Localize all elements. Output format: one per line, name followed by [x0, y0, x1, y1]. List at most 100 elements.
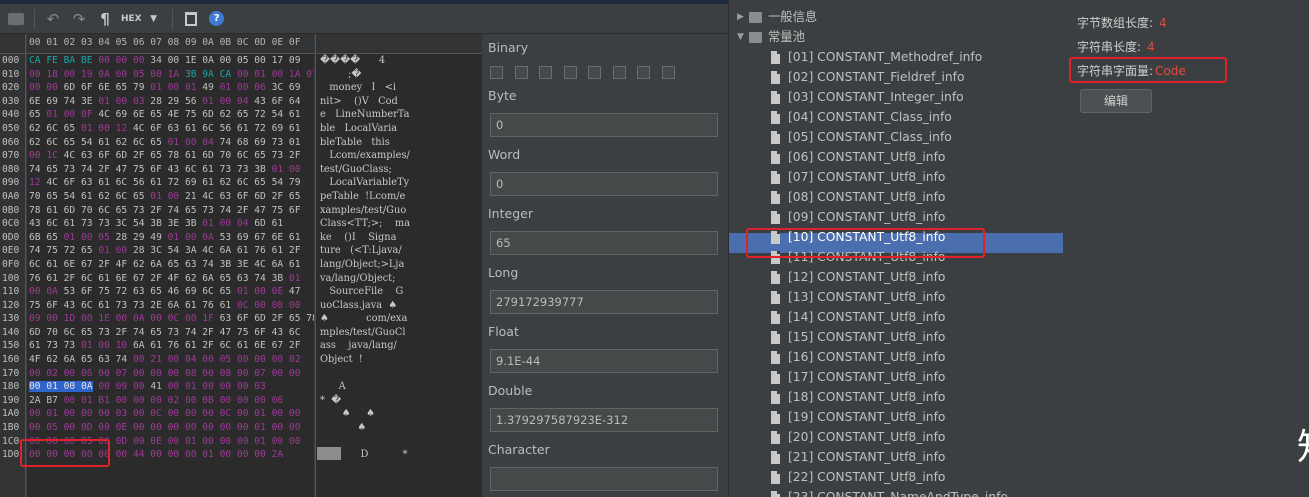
hex-bytes[interactable]: 74 65 73 74 2F 47 75 6F 43 6C 61 73 73 3…: [29, 164, 272, 175]
ascii-row[interactable]: uoClass.java ♠: [316, 299, 482, 313]
long-field[interactable]: 279172939777: [490, 290, 718, 314]
constant-pool-item[interactable]: [23] CONSTANT_NameAndType_info: [771, 488, 1008, 497]
hex-bytes[interactable]: 01 00 01: [150, 82, 202, 93]
bit-checkbox[interactable]: [490, 66, 503, 79]
hex-row[interactable]: 61 73 73 01 00 10 6A 61 76 61 2F 6C 61 6…: [27, 339, 314, 353]
hex-bytes[interactable]: 01 00 04: [202, 218, 254, 229]
edit-button[interactable]: 编辑: [1080, 89, 1152, 113]
hex-bytes[interactable]: 4C 6F 63 61 6C 56 61 72 69 61: [133, 123, 301, 134]
hex-row[interactable]: 43 6C 61 73 73 3C 54 3B 3E 3B 01 00 04 6…: [27, 217, 314, 231]
help-button[interactable]: ?: [207, 9, 227, 29]
hex-row[interactable]: 00 00 6D 6F 6E 65 79 01 00 01 49 01 00 0…: [27, 81, 314, 95]
hex-row[interactable]: 78 61 6D 70 6C 65 73 2F 74 65 73 74 2F 4…: [27, 204, 314, 218]
hex-bytes[interactable]: 01 00 04: [202, 96, 254, 107]
ascii-row[interactable]: [316, 367, 482, 381]
hex-row[interactable]: 00 01 00 00 00 03 00 0C 00 00 00 0C 00 0…: [27, 407, 314, 421]
double-field[interactable]: 1.379297587923E-312: [490, 408, 718, 432]
hex-bytes[interactable]: 53 6F 75 72 63 65 46 69 6C 65: [64, 286, 237, 297]
ascii-row[interactable]: * �: [316, 394, 482, 408]
bit-checkbox[interactable]: [661, 66, 675, 79]
constant-pool-item[interactable]: [04] CONSTANT_Class_info: [771, 108, 952, 126]
ascii-row[interactable]: ♠ com/exa: [316, 312, 482, 326]
hex-row[interactable]: 6E 69 74 3E 01 00 03 28 29 56 01 00 04 4…: [27, 95, 314, 109]
hex-row[interactable]: 00 18 00 19 0A 00 05 00 1A 3B 9A CA 00 0…: [27, 68, 314, 82]
hex-bytes[interactable]: 4C 6F 63 61 6C 56 61 72 69 61 62 6C 65 5…: [46, 177, 300, 188]
integer-field[interactable]: 65: [490, 231, 718, 255]
hex-bytes[interactable]: 63 6F 6D 2F 65 78 61: [220, 313, 314, 324]
constant-pool-item[interactable]: [12] CONSTANT_Utf8_info: [771, 268, 945, 286]
show-unprintables-button[interactable]: ¶: [95, 9, 115, 29]
hex-row[interactable]: 74 75 72 65 01 00 28 3C 54 3A 4C 6A 61 7…: [27, 244, 314, 258]
hex-bytes[interactable]: 01 00 06: [220, 82, 272, 93]
code-type-dropdown[interactable]: HEX: [121, 9, 142, 29]
ascii-row[interactable]: Object !: [316, 353, 482, 367]
ascii-row[interactable]: ble LocalVaria: [316, 122, 482, 136]
hex-bytes[interactable]: 28 3C 54 3A 4C 6A 61 76 61 2F: [133, 245, 301, 256]
hex-row[interactable]: 00 1C 4C 63 6F 6D 2F 65 78 61 6D 70 6C 6…: [27, 149, 314, 163]
hex-bytes[interactable]: 00 01 00 00 00 03 00 0C 00 00 00 0C 00 0…: [29, 408, 300, 419]
hex-bytes[interactable]: 01 00 12: [81, 123, 133, 134]
constant-pool-item[interactable]: [07] CONSTANT_Utf8_info: [771, 168, 945, 186]
hex-bytes[interactable]: 00 05 00 0D 00 0E 00 00 00 00 00 00 00 0…: [29, 422, 300, 433]
hex-row[interactable]: 70 65 54 61 62 6C 65 01 00 21 4C 63 6F 6…: [27, 190, 314, 204]
hex-bytes[interactable]: 01 00 0A: [168, 232, 220, 243]
hex-bytes[interactable]: 00 00: [29, 82, 64, 93]
hex-bytes[interactable]: 00 1E 0A 00 05 00 17 09: [168, 55, 301, 66]
hex-bytes[interactable]: 6D 61: [254, 218, 283, 229]
hex-row[interactable]: 76 61 2F 6C 61 6E 67 2F 4F 62 6A 65 63 7…: [27, 272, 314, 286]
hex-bytes[interactable]: 00 01 00 1A 07 00 1B: [237, 69, 314, 80]
hex-bytes[interactable]: 01 00 0E: [237, 286, 289, 297]
constant-pool-item[interactable]: [09] CONSTANT_Utf8_info: [771, 208, 945, 226]
hex-row[interactable]: 6D 70 6C 65 73 2F 74 65 73 74 2F 47 75 6…: [27, 326, 314, 340]
hex-bytes[interactable]: 01 00: [272, 164, 301, 175]
constant-pool-item[interactable]: [05] CONSTANT_Class_info: [771, 128, 952, 146]
constant-pool-item[interactable]: [13] CONSTANT_Utf8_info: [771, 288, 945, 306]
hex-bytes[interactable]: 6C 61 6E 67 2F 4F 62 6A 65 63 74 3B 3E 4…: [29, 259, 300, 270]
constant-pool-item[interactable]: [19] CONSTANT_Utf8_info: [771, 408, 945, 426]
bit-checkbox[interactable]: [514, 66, 528, 79]
hex-row[interactable]: 74 65 73 74 2F 47 75 6F 43 6C 61 73 73 3…: [27, 163, 314, 177]
hex-bytes[interactable]: 00 09 00: [93, 381, 151, 392]
hex-row[interactable]: 6B 65 01 00 05 28 29 49 01 00 0A 53 69 6…: [27, 231, 314, 245]
constant-pool-item[interactable]: [20] CONSTANT_Utf8_info: [771, 428, 945, 446]
hex-bytes[interactable]: 01 00: [98, 245, 133, 256]
hex-bytes[interactable]: 4F 62 6A 65 63 74: [29, 354, 133, 365]
constant-pool-item[interactable]: [03] CONSTANT_Integer_info: [771, 88, 964, 106]
hex-bytes[interactable]: 53 69 67 6E 61: [220, 232, 301, 243]
hex-bytes[interactable]: 3C 69: [272, 82, 301, 93]
bit-checkbox[interactable]: [612, 66, 626, 79]
constant-pool-item[interactable]: [22] CONSTANT_Utf8_info: [771, 468, 945, 486]
bit-checkbox[interactable]: [588, 66, 601, 79]
hex-bytes[interactable]: 00 00 00: [93, 55, 144, 66]
hex-bytes[interactable]: 0C 00 08 00: [237, 300, 301, 311]
hex-row[interactable]: 65 01 00 0F 4C 69 6E 65 4E 75 6D 62 65 7…: [27, 108, 314, 122]
hex-row[interactable]: 00 0A 53 6F 75 72 63 65 46 69 6C 65 01 0…: [27, 285, 314, 299]
ascii-row[interactable]: SourceFile G: [316, 285, 482, 299]
hex-bytes[interactable]: 2A B7: [29, 395, 64, 406]
hex-bytes[interactable]: 00 0A: [29, 286, 64, 297]
hex-row[interactable]: 2A B7 00 01 B1 00 00 00 02 00 0B 00 00 0…: [27, 394, 314, 408]
hex-row[interactable]: CA FE BA BE 00 00 00 34 00 1E 0A 00 05 0…: [27, 54, 314, 68]
hex-bytes[interactable]: 28 29 49: [116, 232, 168, 243]
hex-bytes[interactable]: 62 6C 65 54 61 62 6C 65: [29, 137, 168, 148]
hex-bytes[interactable]: 61 73 73: [29, 340, 81, 351]
hex-bytes[interactable]: 28 29 56: [150, 96, 202, 107]
ascii-row[interactable]: peTable !Lcom/e: [316, 190, 482, 204]
tree-node-constant-pool[interactable]: ▼ 常量池: [737, 28, 805, 46]
ascii-row[interactable]: bleTable this: [316, 136, 482, 150]
ascii-row[interactable]: ke ()I Signa: [316, 231, 482, 245]
constant-pool-item[interactable]: [18] CONSTANT_Utf8_info: [771, 388, 945, 406]
hex-bytes[interactable]: 49: [202, 82, 219, 93]
constant-pool-item[interactable]: [17] CONSTANT_Utf8_info: [771, 368, 945, 386]
hex-bytes[interactable]: 6E 69 74 3E: [29, 96, 98, 107]
hex-bytes[interactable]: 00 18 00 19 0A 00 05 00 1A: [29, 69, 185, 80]
hex-bytes[interactable]: 00 21 00 04 00 05 00 00 00 02: [133, 354, 301, 365]
constant-pool-item[interactable]: [02] CONSTANT_Fieldref_info: [771, 68, 965, 86]
ascii-row[interactable]: lang/Object;>Lja: [316, 258, 482, 272]
ascii-row[interactable]: ;�: [316, 68, 482, 82]
ascii-row[interactable]: va/lang/Object;: [316, 272, 482, 286]
open-file-button[interactable]: [6, 9, 26, 29]
chevron-down-icon[interactable]: ▼: [144, 9, 164, 29]
constant-pool-item[interactable]: [16] CONSTANT_Utf8_info: [771, 348, 945, 366]
hex-bytes[interactable]: 6A 61 76 61 2F 6C 61 6E 67 2F: [133, 340, 301, 351]
